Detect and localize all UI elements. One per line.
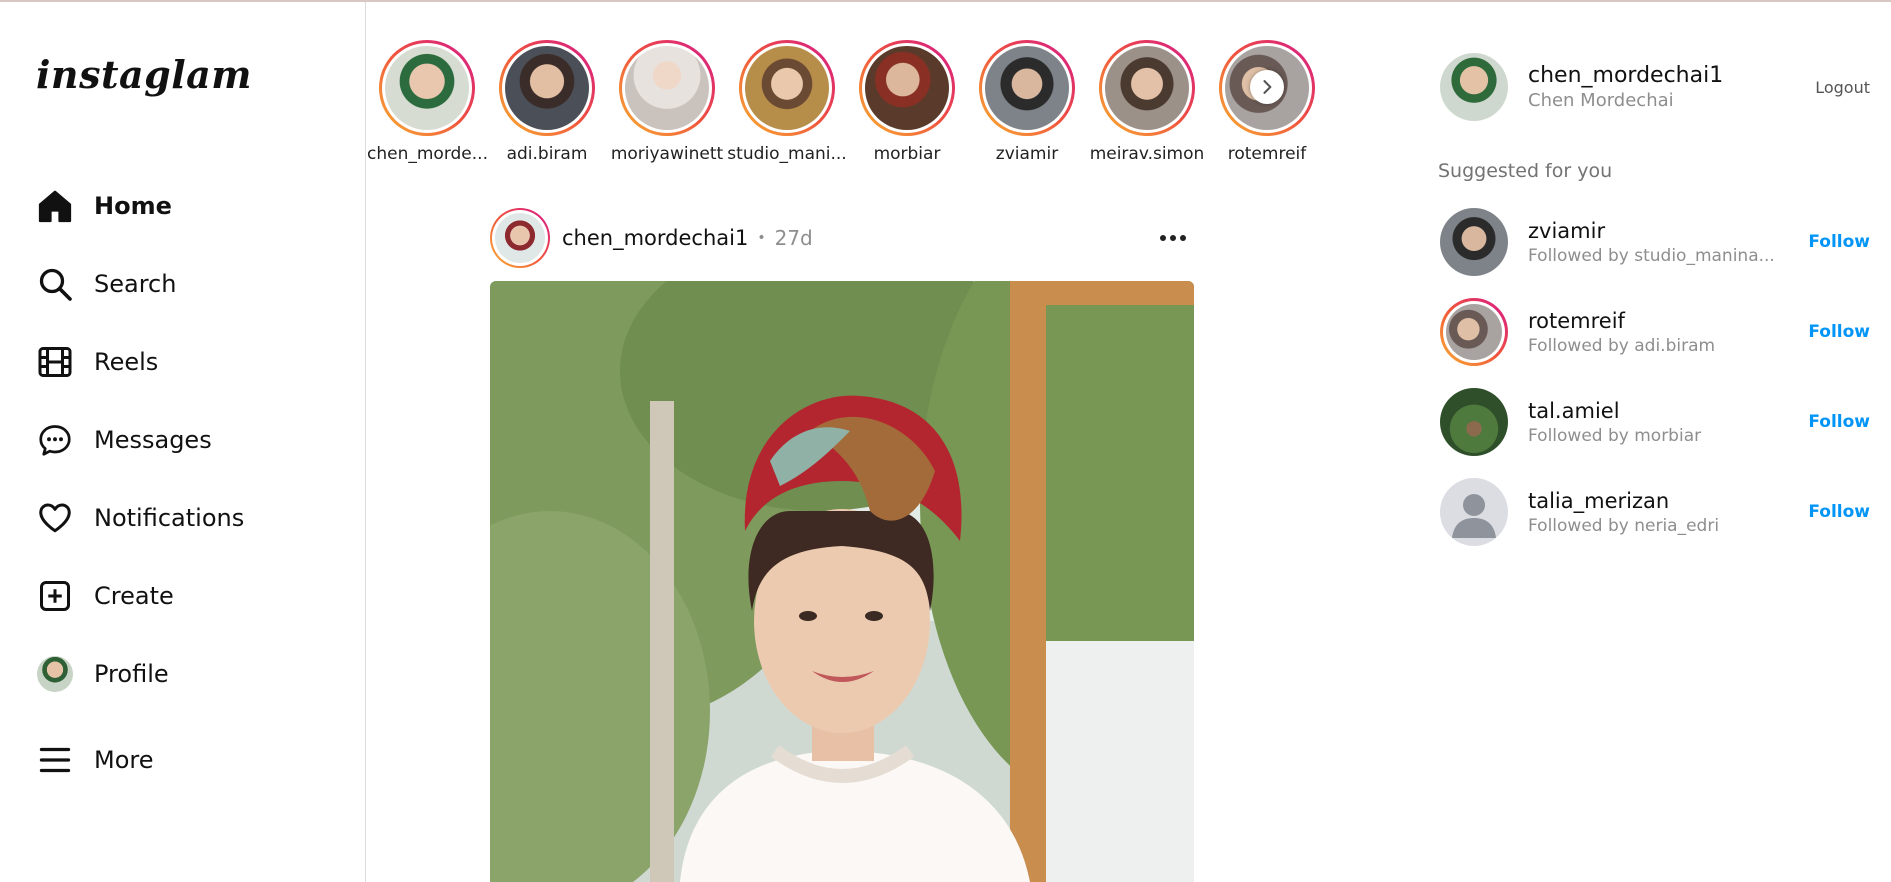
avatar	[505, 46, 589, 130]
post-avatar[interactable]	[490, 208, 550, 268]
avatar	[625, 46, 709, 130]
sidebar-item-profile[interactable]: Profile	[34, 635, 334, 713]
sidebar-item-label: Home	[94, 192, 172, 220]
logout-button[interactable]: Logout	[1815, 78, 1870, 97]
account-username[interactable]: chen_mordechai1	[1528, 63, 1723, 88]
sidebar: instaglam Home Search Reels Messages Not…	[0, 2, 366, 882]
avatar	[385, 46, 469, 130]
suggestion-username[interactable]: zviamir	[1528, 219, 1788, 243]
post-header: chen_mordechai1 • 27d	[490, 208, 1196, 268]
suggestion-item: tal.amiel Followed by morbiar Follow	[1440, 387, 1870, 457]
sidebar-item-create[interactable]: Create	[34, 557, 334, 635]
follow-button[interactable]: Follow	[1808, 322, 1870, 342]
post-username[interactable]: chen_mordechai1	[562, 226, 748, 250]
story-username: studio_mani...	[727, 144, 847, 164]
story-ring	[379, 40, 475, 136]
story-ring	[859, 40, 955, 136]
suggestion-username[interactable]: talia_merizan	[1528, 489, 1788, 513]
story-username: rotemreif	[1227, 144, 1307, 164]
avatar	[745, 46, 829, 130]
current-account: chen_mordechai1 Chen Mordechai Logout	[1440, 52, 1870, 122]
reels-icon	[34, 341, 76, 383]
avatar	[37, 656, 73, 692]
chevron-right-icon	[1263, 80, 1272, 94]
suggestion-username[interactable]: tal.amiel	[1528, 399, 1788, 423]
story-item[interactable]: studio_mani...	[727, 40, 847, 164]
avatar[interactable]	[1440, 388, 1508, 456]
story-item[interactable]: meirav.simon	[1087, 40, 1207, 164]
suggestion-item: talia_merizan Followed by neria_edri Fol…	[1440, 477, 1870, 547]
menu-icon	[34, 739, 76, 781]
sidebar-item-label: Profile	[94, 660, 169, 688]
story-item[interactable]: moriyawinett	[607, 40, 727, 164]
story-username: moriyawinett	[610, 144, 724, 164]
avatar[interactable]	[1440, 208, 1508, 276]
story-username: zviamir	[995, 144, 1059, 164]
suggestion-username[interactable]: rotemreif	[1528, 309, 1788, 333]
avatar	[1105, 46, 1189, 130]
story-item[interactable]: morbiar	[847, 40, 967, 164]
messages-icon	[34, 419, 76, 461]
sidebar-nav: Home Search Reels Messages Notifications	[34, 167, 334, 799]
default-avatar-icon[interactable]	[1440, 478, 1508, 546]
sidebar-item-home[interactable]: Home	[34, 167, 334, 245]
suggestion-subtitle: Followed by neria_edri	[1528, 515, 1720, 536]
sidebar-item-search[interactable]: Search	[34, 245, 334, 323]
story-username: chen_morde...	[367, 144, 488, 164]
avatar[interactable]	[1440, 298, 1508, 366]
home-icon	[34, 185, 76, 227]
story-ring	[1099, 40, 1195, 136]
sidebar-item-label: More	[94, 746, 154, 774]
avatar[interactable]	[1440, 53, 1508, 121]
story-item[interactable]: adi.biram	[487, 40, 607, 164]
story-ring	[499, 40, 595, 136]
sidebar-item-messages[interactable]: Messages	[34, 401, 334, 479]
separator-dot: •	[757, 230, 766, 246]
sidebar-item-label: Messages	[94, 426, 212, 454]
story-username: meirav.simon	[1089, 144, 1205, 164]
avatar	[495, 213, 545, 263]
heart-icon	[34, 497, 76, 539]
account-full-name: Chen Mordechai	[1528, 90, 1674, 111]
follow-button[interactable]: Follow	[1808, 412, 1870, 432]
app-logo[interactable]: instaglam	[36, 52, 252, 97]
search-icon	[34, 263, 76, 305]
sidebar-item-reels[interactable]: Reels	[34, 323, 334, 401]
stories-bar: chen_morde... adi.biram moriyawinett stu…	[367, 40, 1327, 170]
avatar	[985, 46, 1069, 130]
post-timestamp: 27d	[774, 226, 813, 250]
post-image[interactable]	[490, 281, 1194, 882]
stories-next-button[interactable]	[1250, 70, 1284, 104]
suggestion-item: rotemreif Followed by adi.biram Follow	[1440, 297, 1870, 367]
story-item[interactable]: zviamir	[967, 40, 1087, 164]
follow-button[interactable]: Follow	[1808, 232, 1870, 252]
follow-button[interactable]: Follow	[1808, 502, 1870, 522]
suggestion-item: zviamir Followed by studio_manina... Fol…	[1440, 207, 1870, 277]
story-ring	[619, 40, 715, 136]
sidebar-item-more[interactable]: More	[34, 721, 334, 799]
suggestion-subtitle: Followed by studio_manina...	[1528, 245, 1775, 266]
sidebar-item-label: Create	[94, 582, 174, 610]
suggestion-subtitle: Followed by morbiar	[1528, 425, 1702, 446]
sidebar-item-label: Search	[94, 270, 177, 298]
story-ring	[979, 40, 1075, 136]
sidebar-item-label: Notifications	[94, 504, 245, 532]
suggestion-subtitle: Followed by adi.biram	[1528, 335, 1716, 356]
story-item[interactable]: chen_morde...	[367, 40, 488, 164]
story-ring	[739, 40, 835, 136]
suggestions-title: Suggested for you	[1438, 160, 1613, 182]
avatar	[865, 46, 949, 130]
story-username: adi.biram	[506, 144, 588, 164]
more-options-icon[interactable]	[1160, 235, 1186, 241]
story-username: morbiar	[873, 144, 941, 164]
create-icon	[34, 575, 76, 617]
sidebar-item-notifications[interactable]: Notifications	[34, 479, 334, 557]
sidebar-item-label: Reels	[94, 348, 159, 376]
